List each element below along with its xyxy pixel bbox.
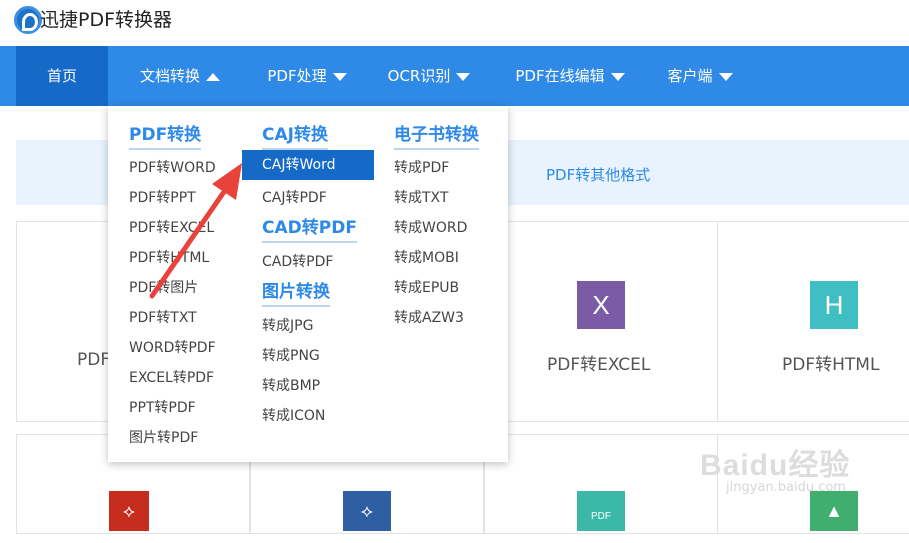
watermark-sub: jingyan.baidu.com — [726, 480, 846, 495]
baidu-watermark: Baidu经验 jingyan.baidu.com — [700, 440, 851, 495]
watermark-main: Baidu经验 — [700, 449, 851, 482]
